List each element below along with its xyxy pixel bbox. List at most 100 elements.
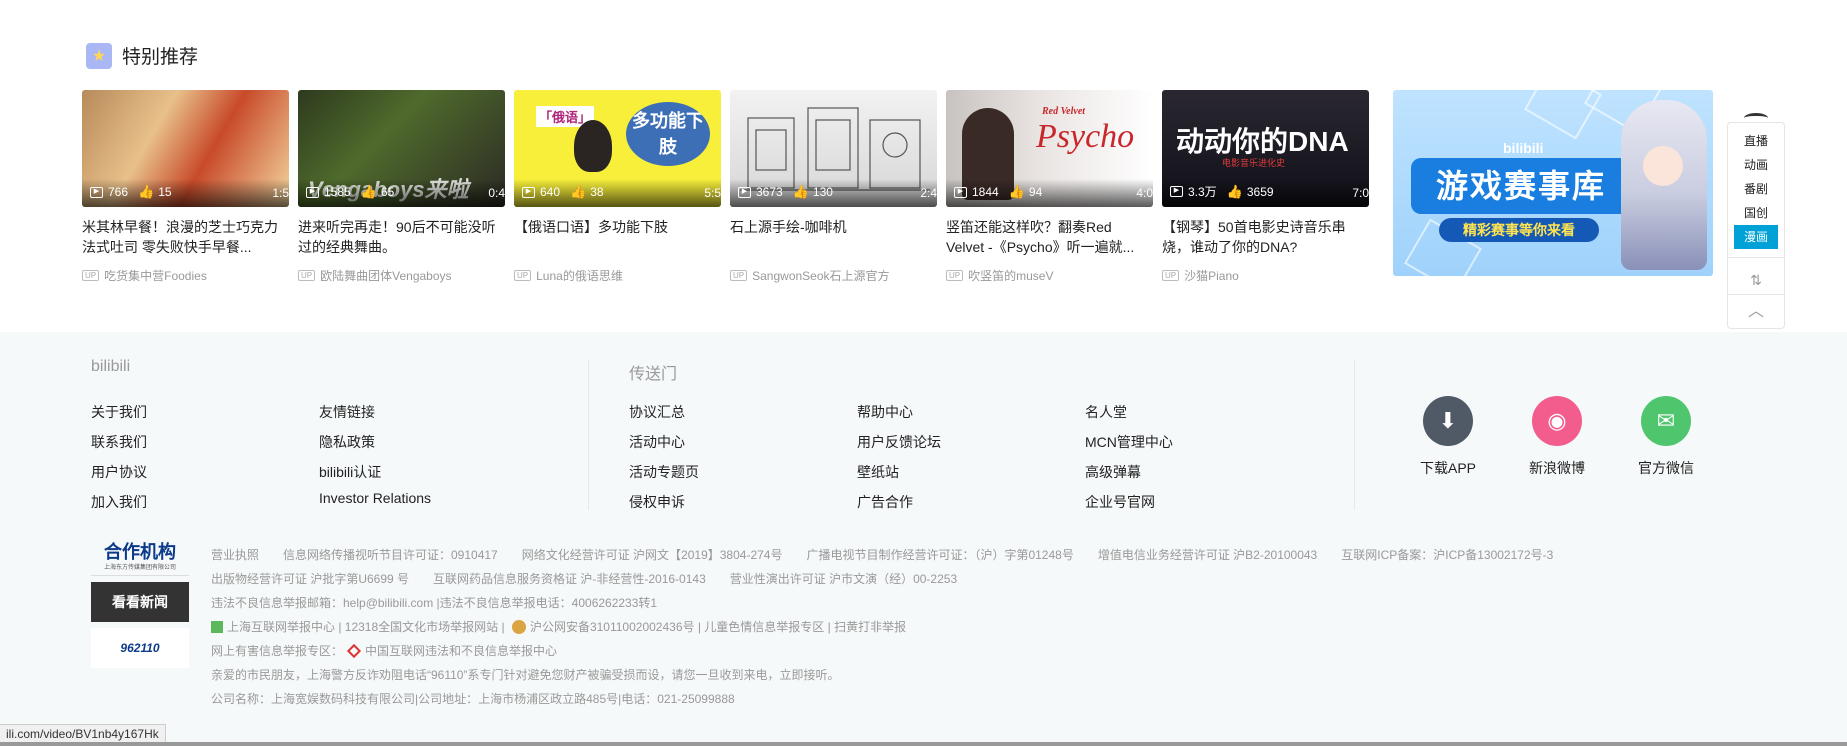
nav-item-guochuang[interactable]: 国创 — [1728, 201, 1784, 225]
view-count: 3673 — [756, 185, 783, 199]
uploader-link[interactable]: UP 吹竖笛的museV — [946, 267, 1153, 284]
video-card[interactable]: ▶ 3673 👍 130 2:4 石上源手绘-咖啡机 UP SangwonSeok石上源… — [730, 90, 937, 284]
partner-logo-kankan[interactable]: 看看新闻 — [91, 582, 189, 622]
footer-link[interactable]: 用户反馈论坛 — [857, 432, 941, 452]
video-card[interactable]: ▶ 766 👍 15 1:5 米其林早餐！浪漫的芝士巧克力法式吐司 零失败快手早餐..… — [82, 90, 289, 284]
video-title[interactable]: 【钢琴】50首电影史诗音乐串烧，谁动了你的DNA? — [1162, 217, 1369, 257]
footer-link[interactable]: 加入我们 — [91, 492, 147, 512]
thumbnail-overlay-text: Psycho — [1036, 118, 1135, 155]
uploader-link[interactable]: UP 吃货集中营Foodies — [82, 267, 289, 284]
footer-link[interactable]: bilibili认证 — [319, 462, 381, 482]
up-tag-icon: UP — [946, 270, 964, 281]
footer-link[interactable]: 活动中心 — [629, 432, 685, 452]
video-card[interactable]: Red Velvet Psycho ▶ 1844 👍 94 4:0 竖笛还能这样吹？翻… — [946, 90, 1153, 284]
footer-link[interactable]: 名人堂 — [1085, 402, 1127, 422]
footer-link[interactable]: 企业号官网 — [1085, 492, 1155, 512]
report-center-line: 上海互联网举报中心 | 12318全国文化市场举报网站 | 沪公网安备31011… — [211, 618, 906, 635]
like-icon: 👍 — [1226, 183, 1243, 199]
anti-fraud-notice: 亲爱的市民朋友，上海警方反诈劝阻电话“96110”系专门针对避免您财产被骗受损而… — [211, 668, 840, 682]
video-duration: 1:5 — [272, 186, 289, 200]
like-count: 65 — [380, 185, 395, 199]
video-title[interactable]: 竖笛还能这样吹？翻奏Red Velvet -《Psycho》听一遍就... — [946, 217, 1153, 257]
game-event-banner[interactable]: bilibili 游戏赛事库 精彩赛事等你来看 — [1393, 90, 1713, 276]
horizontal-scrollbar[interactable] — [0, 742, 1847, 746]
weibo-button[interactable]: ◉ 新浪微博 — [1517, 396, 1597, 478]
nav-item-live[interactable]: 直播 — [1728, 129, 1784, 153]
footer-link[interactable]: 帮助中心 — [857, 402, 913, 422]
video-duration: 5:5 — [704, 186, 721, 200]
thumbnail-overlay-text: 动动你的DNA — [1176, 126, 1349, 157]
up-tag-icon: UP — [514, 270, 532, 281]
video-thumbnail[interactable]: Vengaboys来啦 ▶1585👍65 0:4 — [298, 90, 505, 207]
footer-col-title-portal: 传送门 — [629, 366, 678, 383]
license-line[interactable]: 营业执照 信息网络传播视听节目许可证：0910417 网络文化经营许可证 沪网文… — [211, 546, 1553, 563]
footer-link[interactable]: 关于我们 — [91, 402, 147, 422]
footer-link[interactable]: 用户协议 — [91, 462, 147, 482]
nav-item-anime[interactable]: 动画 — [1728, 153, 1784, 177]
partner-logo-962110[interactable]: 962110 — [91, 628, 189, 668]
report-center-icon — [211, 621, 223, 633]
download-app-button[interactable]: ⬇ 下载APP — [1408, 396, 1488, 478]
back-to-top-button[interactable]: ︿ — [1728, 294, 1784, 328]
app-label: 新浪微博 — [1529, 460, 1585, 476]
uploader-name: SangwonSeok石上源官方 — [752, 269, 890, 283]
footer-link[interactable]: 侵权申诉 — [629, 492, 685, 512]
police-badge-icon — [511, 620, 526, 634]
like-icon: 👍 — [138, 184, 155, 199]
harmful-info-line: 网上有害信息举报专区： 中国互联网违法和不良信息举报中心 — [211, 643, 558, 659]
banner-subtitle: 精彩赛事等你来看 — [1439, 218, 1599, 242]
uploader-link[interactable]: UP 欧陆舞曲团体Vengaboys — [298, 267, 505, 284]
video-title[interactable]: 石上源手绘-咖啡机 — [730, 217, 937, 257]
video-card[interactable]: 「俄语」 多功能下肢 ▶ 640 👍 38 5:5 【俄语口语】多功能下肢 UP Lun… — [514, 90, 721, 284]
like-count: 38 — [590, 185, 604, 199]
video-thumbnail[interactable]: ▶ 766 👍 15 1:5 — [82, 90, 289, 207]
uploader-link[interactable]: UP 沙猫Piano — [1162, 267, 1369, 284]
banner-character — [1621, 100, 1707, 270]
video-card[interactable]: 动动你的DNA 电影音乐进化史 ▶ 3.3万 👍 3659 7:0 【钢琴】50首电影… — [1162, 90, 1369, 284]
video-title[interactable]: 【俄语口语】多功能下肢 — [514, 217, 721, 257]
footer-link[interactable]: 协议汇总 — [629, 402, 685, 422]
video-thumbnail[interactable]: Red Velvet Psycho ▶ 1844 👍 94 4:0 — [946, 90, 1153, 207]
play-count-icon: ▶ — [1170, 186, 1183, 197]
sort-icon[interactable]: ⇅ — [1728, 266, 1784, 294]
uploader-link[interactable]: UP Luna的俄语思维 — [514, 267, 721, 284]
video-duration: 0:4 — [488, 186, 505, 200]
footer-link[interactable]: 高级弹幕 — [1085, 462, 1141, 482]
video-thumbnail[interactable]: 动动你的DNA 电影音乐进化史 ▶ 3.3万 👍 3659 7:0 — [1162, 90, 1369, 207]
video-card[interactable]: Vengaboys来啦 ▶1585👍65 0:4 进来听完再走！90后不可能没听… — [298, 90, 505, 284]
view-count: 640 — [540, 185, 561, 199]
like-count: 130 — [812, 185, 833, 199]
site-footer: bilibili 关于我们 联系我们 用户协议 加入我们 友情链接 隐私政策 b… — [0, 332, 1847, 746]
uploader-link[interactable]: UP SangwonSeok石上源官方 — [730, 267, 937, 284]
footer-link[interactable]: 广告合作 — [857, 492, 913, 512]
video-title[interactable]: 进来听完再走！90后不可能没听过的经典舞曲。 — [298, 217, 505, 257]
view-count: 1844 — [972, 185, 999, 199]
up-tag-icon: UP — [298, 270, 316, 281]
video-thumbnail[interactable]: ▶ 3673 👍 130 2:4 — [730, 90, 937, 207]
play-count-icon: ▶ — [522, 186, 535, 198]
license-line[interactable]: 出版物经营许可证 沪批字第U6699 号 互联网药品信息服务资格证 沪-非经营性… — [211, 570, 957, 587]
up-tag-icon: UP — [1162, 270, 1180, 281]
footer-link[interactable]: Investor Relations — [319, 490, 431, 506]
nav-item-manga[interactable]: 漫画 — [1734, 225, 1778, 249]
footer-link[interactable]: 壁纸站 — [857, 462, 899, 482]
uploader-name: 欧陆舞曲团体Vengaboys — [320, 269, 452, 283]
browser-status-url: ili.com/video/BV1nb4y167Hk — [0, 724, 166, 744]
partner-logo-smg[interactable]: 合作机构 上海东方传媒集团有限公司 — [91, 540, 189, 576]
footer-link[interactable]: MCN管理中心 — [1085, 432, 1173, 452]
report-email-line[interactable]: 违法不良信息举报邮箱：help@bilibili.com |违法不良信息举报电话… — [211, 594, 657, 611]
footer-link[interactable]: 友情链接 — [319, 402, 375, 422]
footer-link[interactable]: 活动专题页 — [629, 462, 699, 482]
footer-link[interactable]: 隐私政策 — [319, 432, 375, 452]
video-title[interactable]: 米其林早餐！浪漫的芝士巧克力法式吐司 零失败快手早餐... — [82, 217, 289, 257]
like-icon: 👍 — [570, 184, 587, 199]
like-count: 3659 — [1246, 184, 1274, 199]
company-info: 公司名称：上海宽娱数码科技有限公司|公司地址：上海市杨浦区政立路485号|电话：… — [211, 692, 735, 706]
footer-link[interactable]: 联系我们 — [91, 432, 147, 452]
download-icon: ⬇ — [1423, 396, 1473, 446]
banner-title: 游戏赛事库 — [1411, 158, 1631, 214]
nav-item-bangumi[interactable]: 番剧 — [1728, 177, 1784, 201]
video-thumbnail[interactable]: 「俄语」 多功能下肢 ▶ 640 👍 38 5:5 — [514, 90, 721, 207]
wechat-button[interactable]: ✉ 官方微信 — [1626, 396, 1706, 478]
video-duration: 4:0 — [1136, 186, 1153, 200]
